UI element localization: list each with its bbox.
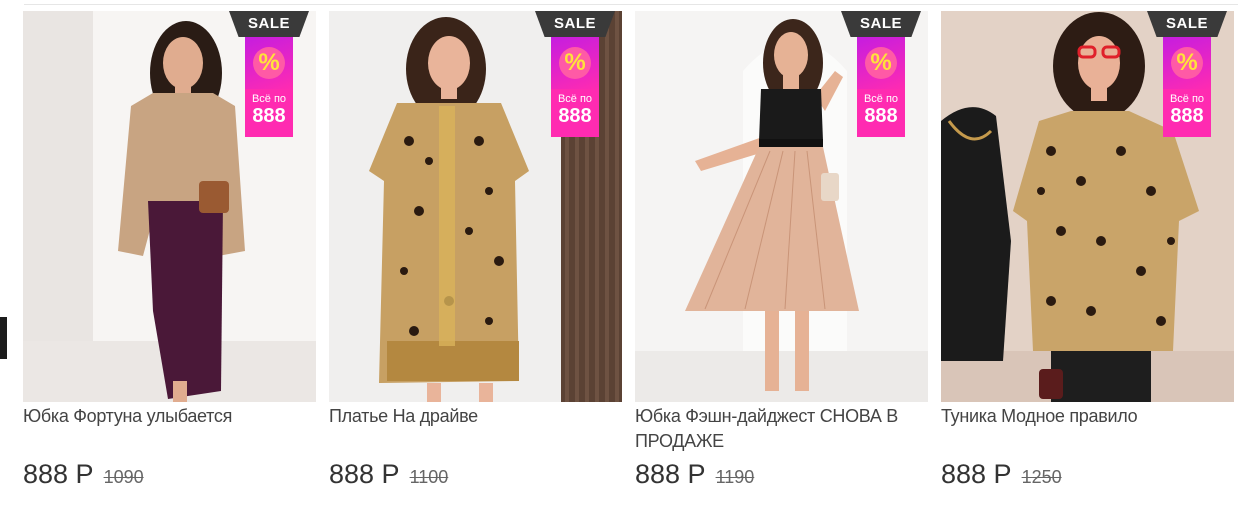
promo-all-for-888: % Всё по 888	[857, 37, 905, 137]
price-old: 1250	[1021, 467, 1062, 487]
sale-label: SALE	[841, 11, 921, 37]
price-current: 888 Р	[23, 459, 94, 489]
product-image[interactable]: SALE % Всё по 888	[23, 11, 316, 402]
promo-all-for-price: 888	[1170, 105, 1204, 127]
promo-all-for-label: Всё по	[863, 93, 899, 105]
promo-all-for-888: % Всё по 888	[1163, 37, 1211, 137]
percent-icon: %	[1171, 47, 1203, 79]
product-image[interactable]: SALE % Всё по 888	[941, 11, 1234, 402]
product-name-link[interactable]: Юбка Фортуна улыбается	[23, 404, 316, 454]
promo-all-for-label: Всё по	[251, 93, 287, 105]
sale-badge: SALE % Всё по 888	[535, 11, 615, 137]
sale-badge: SALE % Всё по 888	[1147, 11, 1227, 137]
price-current: 888 Р	[635, 459, 706, 489]
price-old: 1190	[715, 467, 755, 487]
promo-all-for-888: % Всё по 888	[245, 37, 293, 137]
price-row: 888 Р 1190	[635, 459, 928, 489]
price-current: 888 Р	[329, 459, 400, 489]
promo-all-for-label: Всё по	[1169, 93, 1205, 105]
price-row: 888 Р 1250	[941, 459, 1234, 489]
product-image[interactable]: SALE % Всё по 888	[635, 11, 928, 402]
product-card[interactable]: SALE % Всё по 888 Платье На драйве 888 Р…	[329, 11, 622, 489]
price-current: 888 Р	[941, 459, 1012, 489]
product-listing-page: SALE % Всё по 888 Юбка Фортуна улыбается…	[0, 0, 1248, 506]
percent-icon: %	[559, 47, 591, 79]
top-divider	[24, 4, 1238, 5]
percent-icon: %	[253, 47, 285, 79]
price-old: 1090	[103, 467, 144, 487]
product-grid: SALE % Всё по 888 Юбка Фортуна улыбается…	[23, 11, 1234, 489]
sale-label: SALE	[535, 11, 615, 37]
sale-label: SALE	[1147, 11, 1227, 37]
sale-label: SALE	[229, 11, 309, 37]
sale-badge: SALE % Всё по 888	[841, 11, 921, 137]
percent-icon: %	[865, 47, 897, 79]
product-name-link[interactable]: Платье На драйве	[329, 404, 622, 454]
product-name-link[interactable]: Туника Модное правило	[941, 404, 1234, 454]
price-row: 888 Р 1100	[329, 459, 622, 489]
promo-all-for-price: 888	[864, 105, 898, 127]
promo-all-for-price: 888	[558, 105, 592, 127]
sale-badge: SALE % Всё по 888	[229, 11, 309, 137]
price-old: 1100	[409, 467, 449, 487]
promo-all-for-price: 888	[252, 105, 286, 127]
promo-all-for-888: % Всё по 888	[551, 37, 599, 137]
price-row: 888 Р 1090	[23, 459, 316, 489]
product-image[interactable]: SALE % Всё по 888	[329, 11, 622, 402]
product-card[interactable]: SALE % Всё по 888 Юбка Фортуна улыбается…	[23, 11, 316, 489]
carousel-prev-tab[interactable]	[0, 317, 7, 359]
product-name-link[interactable]: Юбка Фэшн-дайджест СНОВА В ПРОДАЖЕ	[635, 404, 928, 454]
promo-all-for-label: Всё по	[557, 93, 593, 105]
product-card[interactable]: SALE % Всё по 888 Туника Модное правило …	[941, 11, 1234, 489]
product-card[interactable]: SALE % Всё по 888 Юбка Фэшн-дайджест СНО…	[635, 11, 928, 489]
